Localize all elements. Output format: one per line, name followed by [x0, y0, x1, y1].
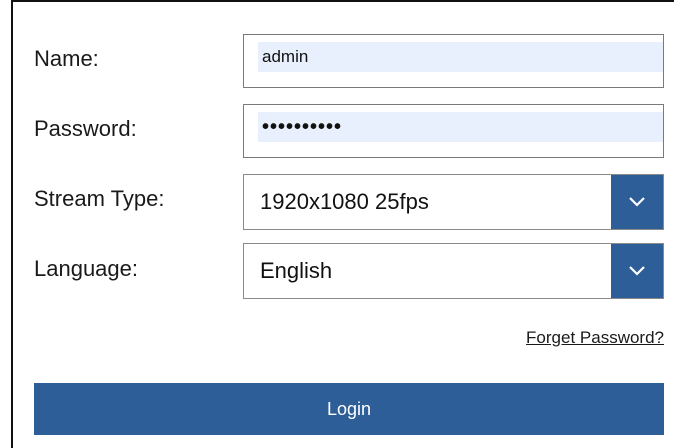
- password-field-box: ••••••••••: [243, 104, 664, 158]
- stream-type-value: 1920x1080 25fps: [260, 189, 429, 214]
- language-value: English: [260, 258, 333, 283]
- password-label: Password:: [34, 116, 137, 141]
- forgot-password-link[interactable]: Forget Password?: [526, 328, 664, 348]
- stream-type-select[interactable]: 1920x1080 25fps: [243, 174, 664, 230]
- stream-type-label: Stream Type:: [34, 186, 165, 211]
- language-dropdown-button[interactable]: [611, 244, 663, 298]
- name-field-box: admin: [243, 34, 664, 88]
- name-input[interactable]: admin: [258, 42, 663, 72]
- stream-type-dropdown-button[interactable]: [611, 175, 663, 229]
- chevron-down-icon: [629, 197, 645, 207]
- chevron-down-icon: [629, 266, 645, 276]
- login-button[interactable]: Login: [34, 383, 664, 435]
- language-label: Language:: [34, 256, 138, 281]
- name-label: Name:: [34, 46, 99, 71]
- password-input[interactable]: ••••••••••: [258, 112, 663, 142]
- language-select[interactable]: English: [243, 243, 664, 299]
